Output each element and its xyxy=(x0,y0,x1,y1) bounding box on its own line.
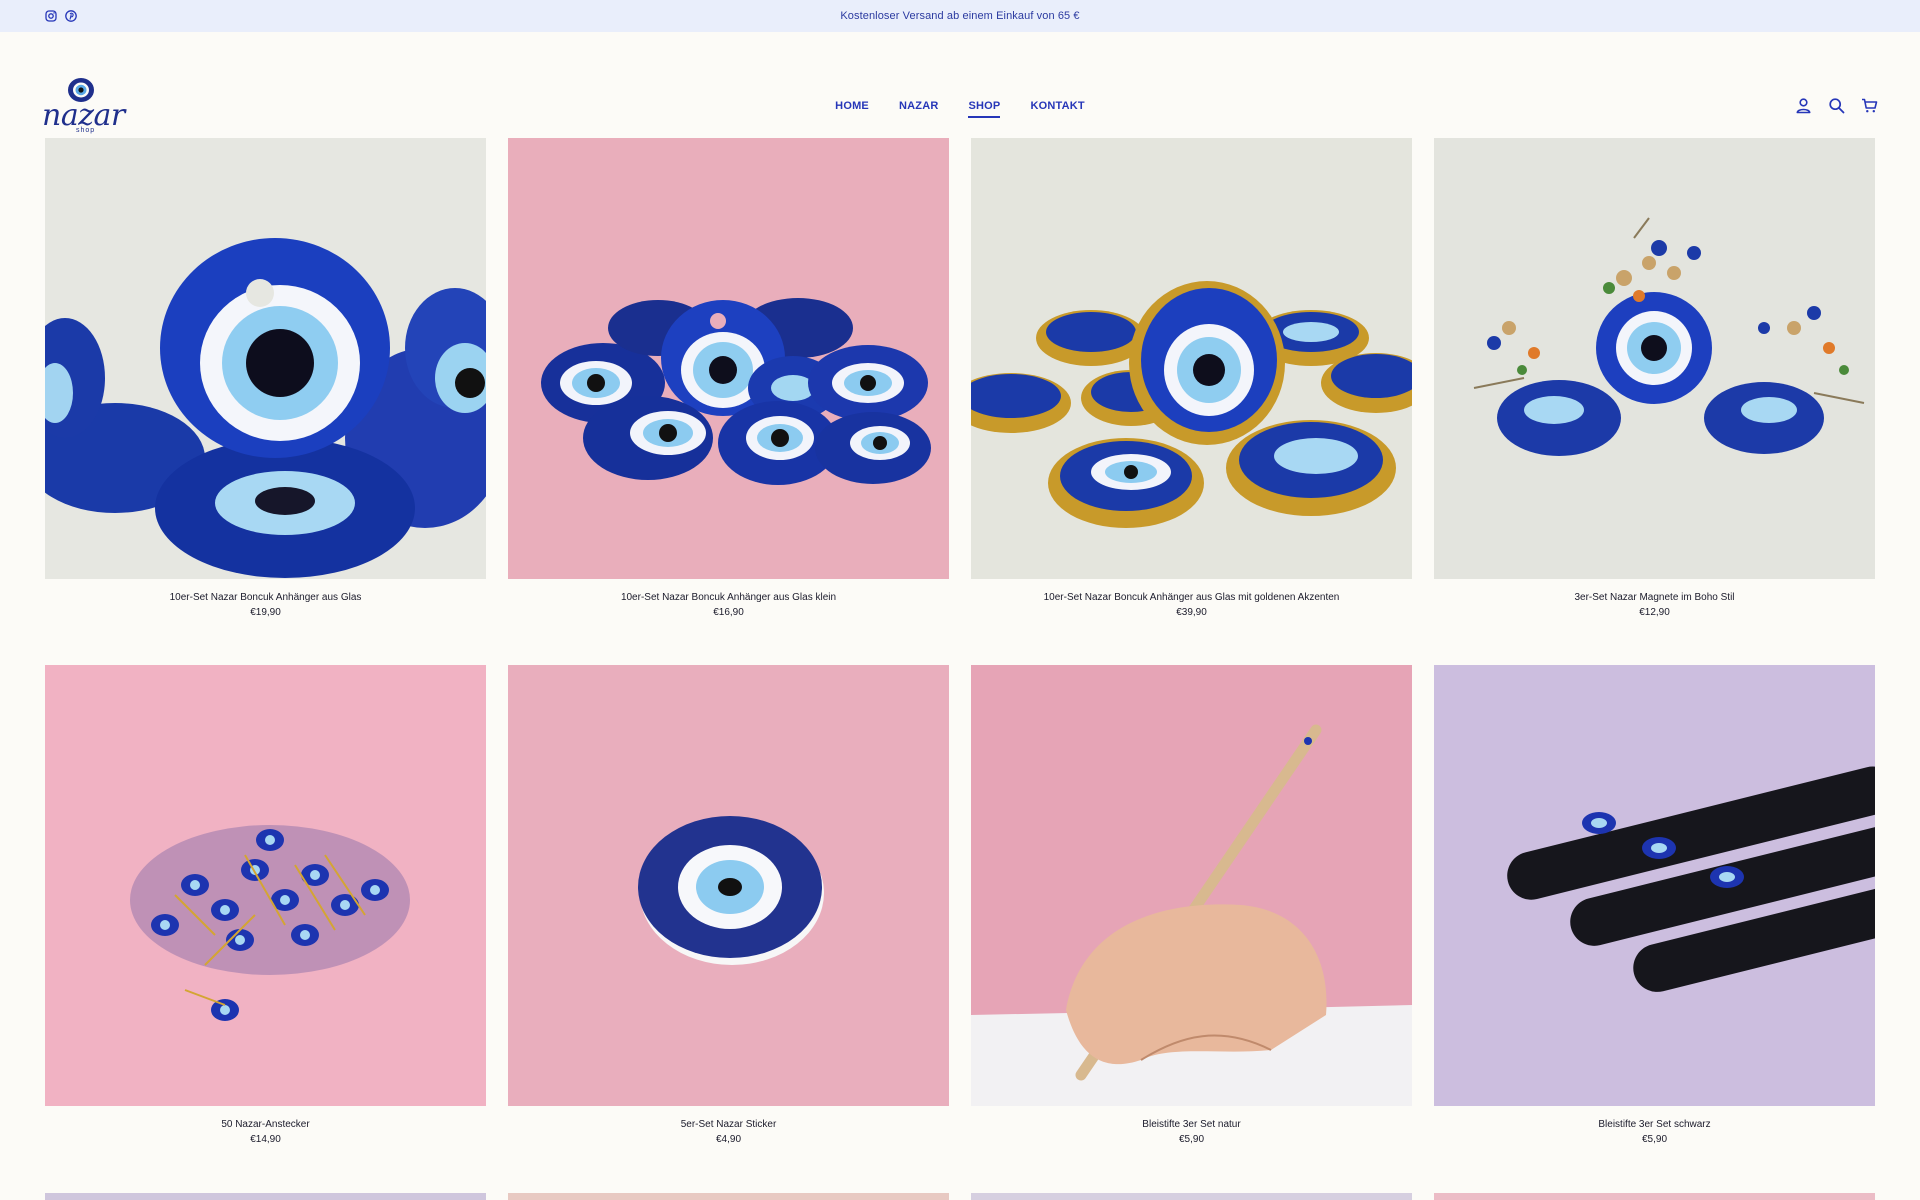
product-title[interactable]: 3er-Set Nazar Magnete im Boho Stil xyxy=(1434,591,1875,605)
product-card[interactable]: 10er-Set Nazar Boncuk Anhänger aus Glas … xyxy=(45,138,486,665)
product-image-peek[interactable] xyxy=(1434,1193,1875,1200)
product-card[interactable]: 5er-Set Nazar Sticker €4,90 xyxy=(508,665,949,1192)
nav-home[interactable]: HOME xyxy=(835,100,869,118)
account-icon[interactable] xyxy=(1795,97,1812,114)
product-card[interactable]: 50 Nazar-Anstecker €14,90 xyxy=(45,665,486,1192)
product-image-peek[interactable] xyxy=(508,1193,949,1200)
product-price: €5,90 xyxy=(1641,1134,1668,1145)
cart-icon[interactable] xyxy=(1861,97,1878,114)
product-card[interactable]: 10er-Set Nazar Boncuk Anhänger aus Glas … xyxy=(508,138,949,665)
product-grid: 10er-Set Nazar Boncuk Anhänger aus Glas … xyxy=(45,138,1875,1192)
product-image[interactable] xyxy=(45,138,486,579)
product-card[interactable]: Bleistifte 3er Set schwarz €5,90 xyxy=(1434,665,1875,1192)
product-price: €39,90 xyxy=(1176,607,1207,618)
product-image[interactable] xyxy=(971,665,1412,1106)
product-title[interactable]: 5er-Set Nazar Sticker xyxy=(508,1118,949,1132)
product-price: €19,90 xyxy=(250,607,281,618)
announcement-bar: Kostenloser Versand ab einem Einkauf von… xyxy=(0,0,1920,32)
product-image[interactable] xyxy=(1434,138,1875,579)
product-title[interactable]: 10er-Set Nazar Boncuk Anhänger aus Glas xyxy=(45,591,486,605)
announcement-text: Kostenloser Versand ab einem Einkauf von… xyxy=(840,10,1080,22)
product-image[interactable] xyxy=(1434,665,1875,1106)
product-title[interactable]: Bleistifte 3er Set schwarz xyxy=(1434,1118,1875,1132)
product-title[interactable]: 10er-Set Nazar Boncuk Anhänger aus Glas … xyxy=(508,591,949,605)
product-image[interactable] xyxy=(971,138,1412,579)
social-links xyxy=(44,9,78,23)
product-price: €16,90 xyxy=(713,607,744,618)
product-image-peek[interactable] xyxy=(45,1193,486,1200)
product-title[interactable]: 10er-Set Nazar Boncuk Anhänger aus Glas … xyxy=(971,591,1412,605)
product-card[interactable]: 10er-Set Nazar Boncuk Anhänger aus Glas … xyxy=(971,138,1412,665)
product-image[interactable] xyxy=(508,138,949,579)
product-image-peek[interactable] xyxy=(971,1193,1412,1200)
site-header: nazar shop HOME NAZAR SHOP KONTAKT xyxy=(0,32,1920,150)
main-nav: HOME NAZAR SHOP KONTAKT xyxy=(0,100,1920,118)
product-price: €12,90 xyxy=(1639,607,1670,618)
instagram-icon[interactable] xyxy=(44,9,58,23)
product-image[interactable] xyxy=(508,665,949,1106)
product-title[interactable]: Bleistifte 3er Set natur xyxy=(971,1118,1412,1132)
product-price: €4,90 xyxy=(715,1134,742,1145)
pinterest-icon[interactable] xyxy=(64,9,78,23)
nav-kontakt[interactable]: KONTAKT xyxy=(1030,100,1084,118)
search-icon[interactable] xyxy=(1828,97,1845,114)
product-card[interactable]: 3er-Set Nazar Magnete im Boho Stil €12,9… xyxy=(1434,138,1875,665)
nav-shop[interactable]: SHOP xyxy=(968,100,1001,118)
product-price: €5,90 xyxy=(1178,1134,1205,1145)
brand-sub: shop xyxy=(76,127,96,134)
product-image[interactable] xyxy=(45,665,486,1106)
product-price: €14,90 xyxy=(250,1134,281,1145)
header-actions xyxy=(1795,97,1878,114)
product-card[interactable]: Bleistifte 3er Set natur €5,90 xyxy=(971,665,1412,1192)
nav-nazar[interactable]: NAZAR xyxy=(899,100,939,118)
product-title[interactable]: 50 Nazar-Anstecker xyxy=(45,1118,486,1132)
